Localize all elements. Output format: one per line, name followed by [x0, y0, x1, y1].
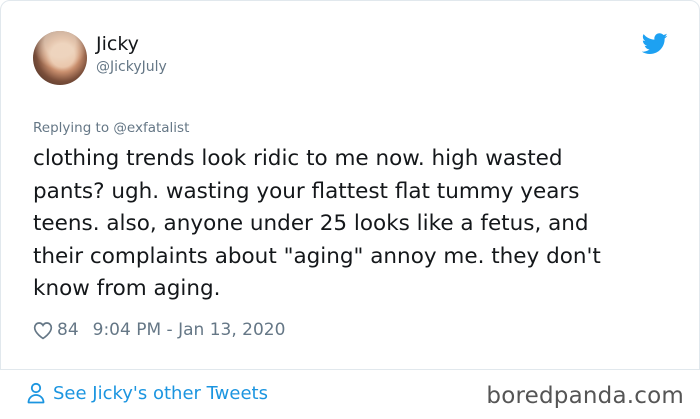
like-count: 84	[57, 320, 79, 340]
person-icon	[27, 382, 45, 404]
reply-mention[interactable]: @exfatalist	[113, 120, 189, 136]
brand-watermark: boredpanda.com	[486, 383, 684, 409]
see-other-tweets-label[interactable]: See Jicky's other Tweets	[53, 383, 268, 404]
tweet-meta: 84 9:04 PM - Jan 13, 2020	[33, 319, 285, 341]
timestamp[interactable]: 9:04 PM - Jan 13, 2020	[93, 320, 286, 340]
author-handle[interactable]: @JickyJuly	[96, 59, 167, 75]
tweet-text: clothing trends look ridic to me now. hi…	[33, 146, 601, 301]
twitter-bird-icon[interactable]	[642, 33, 668, 55]
author-name[interactable]: Jicky	[96, 33, 139, 55]
heart-icon[interactable]	[33, 321, 53, 340]
see-other-tweets-link[interactable]: See Jicky's other Tweets	[27, 382, 268, 404]
avatar[interactable]	[33, 31, 87, 85]
reply-prefix: Replying to	[33, 120, 110, 136]
reply-context: Replying to @exfatalist	[33, 120, 189, 136]
